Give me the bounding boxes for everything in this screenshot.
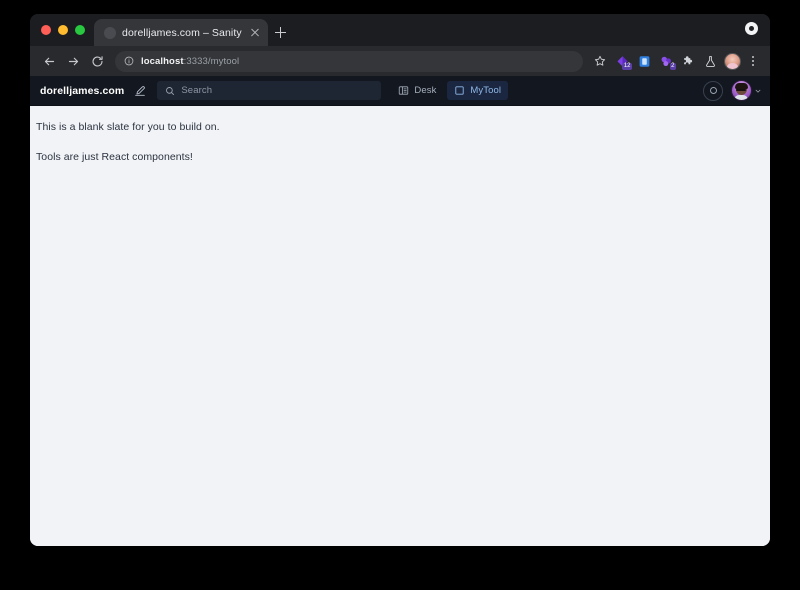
tool-item-desk[interactable]: Desk — [391, 81, 443, 100]
search-input[interactable]: Search — [157, 81, 382, 100]
extension-badge: 12 — [622, 63, 632, 70]
zoom-window-button[interactable] — [75, 25, 85, 35]
url-text: localhost:3333/mytool — [141, 56, 239, 67]
address-bar[interactable]: localhost:3333/mytool — [115, 50, 583, 72]
window-traffic-lights — [30, 14, 94, 46]
tool-item-mytool[interactable]: MyTool — [447, 81, 509, 100]
avatar — [731, 80, 752, 101]
search-placeholder: Search — [181, 85, 213, 96]
studio-title: dorelljames.com — [40, 84, 125, 97]
tool-content-area: This is a blank slate for you to build o… — [30, 106, 770, 546]
browser-profile-avatar[interactable] — [722, 50, 742, 72]
avatar — [723, 52, 741, 70]
close-tab-icon[interactable] — [248, 26, 262, 40]
kebab-dot — [751, 64, 755, 67]
new-tab-button[interactable] — [268, 19, 294, 46]
browser-tab-strip: dorelljames.com – Sanity — [30, 14, 770, 46]
reload-button[interactable] — [86, 50, 108, 72]
chevron-down-icon — [754, 87, 762, 95]
browser-window: dorelljames.com – Sanity localhost:3333/… — [30, 14, 770, 546]
tab-favicon-icon — [104, 26, 116, 39]
content-line: Tools are just React components! — [36, 150, 193, 163]
site-info-icon[interactable] — [124, 56, 134, 66]
studio-user-menu[interactable] — [731, 80, 762, 101]
kebab-dot — [751, 55, 755, 58]
content-line: This is a blank slate for you to build o… — [36, 121, 220, 133]
extension-puzzle-piece-icon[interactable] — [678, 50, 698, 72]
extension-flask-icon[interactable] — [700, 50, 720, 72]
browser-menu-icon[interactable] — [744, 50, 762, 72]
browser-toolbar: localhost:3333/mytool 12 2 — [30, 46, 770, 76]
url-path: :3333/mytool — [183, 55, 240, 67]
square-icon — [454, 85, 465, 96]
compose-icon[interactable] — [129, 81, 151, 101]
tool-item-label: Desk — [414, 85, 437, 96]
avatar-glasses — [736, 88, 746, 92]
presence-icon[interactable] — [703, 80, 723, 101]
bookmark-star-icon[interactable] — [590, 50, 610, 72]
extension-blue-square-icon[interactable] — [634, 50, 654, 72]
tabstrip-profile-inner — [749, 26, 754, 31]
tab-title: dorelljames.com – Sanity — [122, 26, 242, 39]
extension-purple-diamond-icon[interactable]: 12 — [612, 50, 632, 72]
tabstrip-profile-icon[interactable] — [745, 22, 758, 35]
close-window-button[interactable] — [41, 25, 51, 35]
extension-badge: 2 — [669, 63, 676, 70]
tool-item-label: MyTool — [470, 85, 502, 96]
tool-menu: Desk MyTool — [391, 81, 509, 100]
structure-panel-icon — [398, 85, 409, 96]
browser-tab[interactable]: dorelljames.com – Sanity — [94, 19, 268, 46]
avatar-hair — [734, 82, 748, 89]
avatar-body — [734, 95, 748, 100]
forward-button[interactable] — [62, 50, 84, 72]
search-icon — [165, 86, 175, 96]
kebab-dot — [751, 59, 755, 63]
presence-dot — [709, 87, 717, 94]
page-viewport: dorelljames.com Search Desk MyTool This … — [30, 76, 770, 546]
extension-purple-cluster-icon[interactable]: 2 — [656, 50, 676, 72]
minimize-window-button[interactable] — [58, 25, 68, 35]
back-button[interactable] — [38, 50, 60, 72]
studio-navbar: dorelljames.com Search Desk MyTool — [30, 76, 770, 106]
url-host: localhost — [141, 55, 184, 67]
